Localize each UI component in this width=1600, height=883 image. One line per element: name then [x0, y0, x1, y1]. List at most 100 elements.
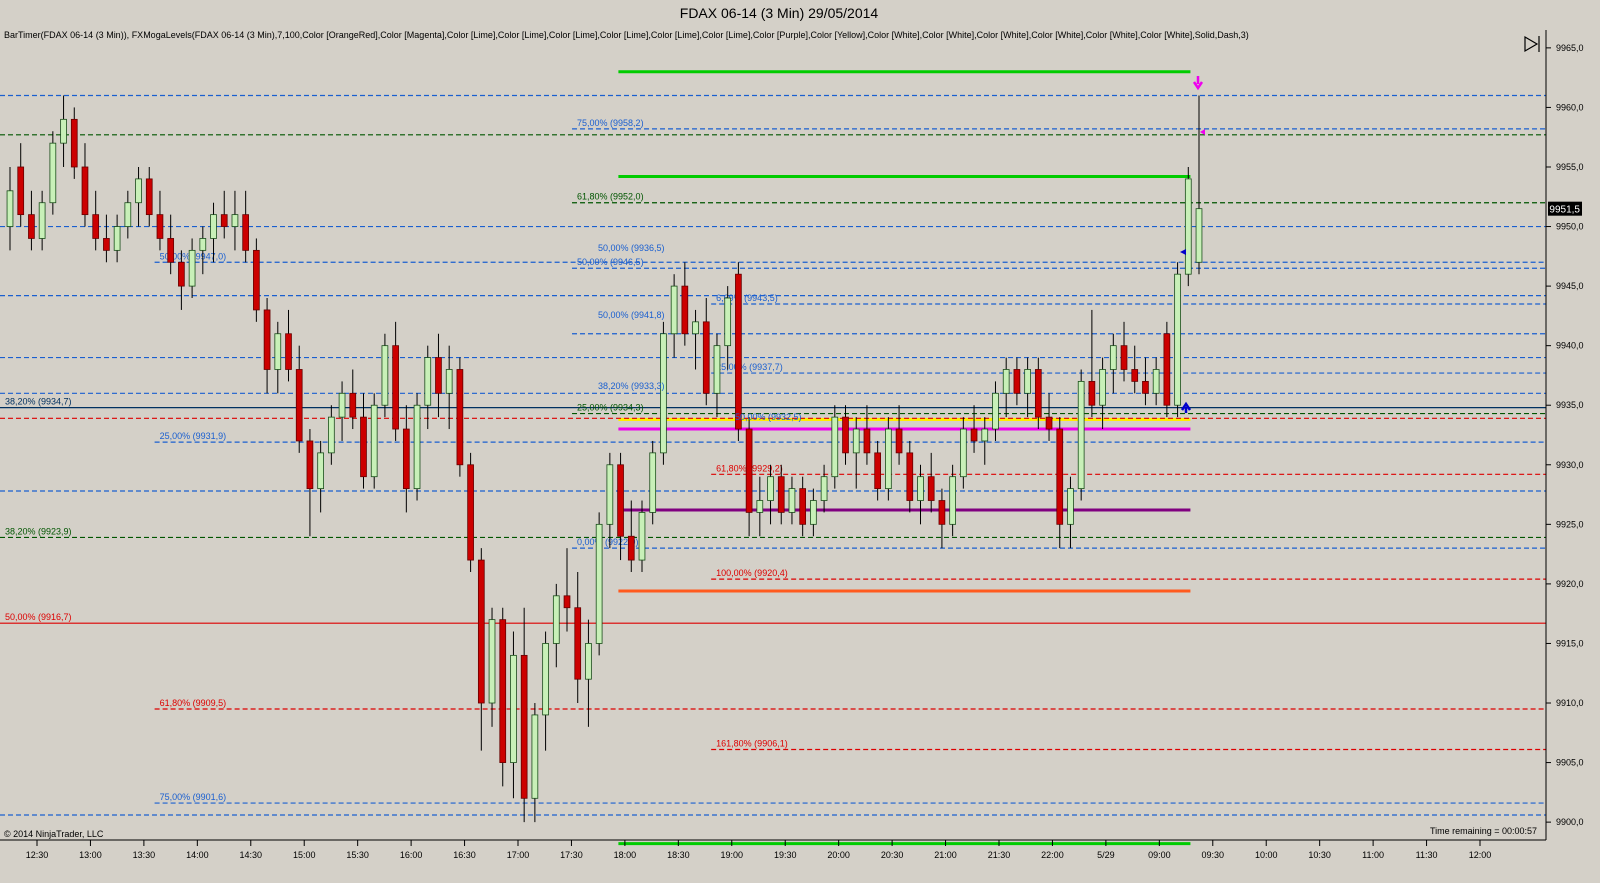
candle-body: [595, 523, 603, 644]
candle-body: [681, 285, 689, 335]
candle-body: [28, 214, 35, 239]
candle-body: [295, 369, 303, 442]
time-tick-label: 11:30: [1416, 850, 1438, 860]
candle-body: [1184, 178, 1192, 275]
price-tick-label: 9915,0: [1556, 638, 1584, 648]
candle-body: [649, 452, 657, 513]
candle-body: [627, 535, 635, 561]
candle-body: [777, 476, 785, 513]
candle-body: [1152, 369, 1160, 394]
candle-body: [660, 333, 667, 454]
time-tick-label: 14:00: [186, 850, 209, 860]
candle: [1077, 369, 1085, 501]
candle-body: [1174, 273, 1181, 406]
price-tick-label: 9935,0: [1556, 400, 1584, 410]
window-title: FDAX 06-14 (3 Min) 29/05/2014: [680, 5, 879, 21]
candle-body: [724, 297, 732, 347]
candle-body: [992, 392, 999, 430]
candle-body: [1013, 369, 1021, 394]
candle-body: [863, 428, 871, 454]
candle-body: [1088, 380, 1096, 406]
level-label: 38,20% (9934,7): [5, 397, 72, 407]
candle-body: [531, 714, 539, 799]
last-price-tag: 9951,5: [1548, 201, 1582, 216]
price-tick-label: 9925,0: [1556, 519, 1584, 529]
candle-body: [6, 190, 14, 227]
last-price-value: 9951,5: [1549, 205, 1580, 216]
time-tick-label: 14:30: [240, 850, 263, 860]
time-tick-label: 19:30: [774, 850, 797, 860]
candle: [49, 131, 57, 215]
candle-body: [927, 476, 935, 501]
time-tick-label: 15:30: [346, 850, 369, 860]
marker-label: 50,00% (9941,8): [598, 310, 665, 320]
candle-body: [199, 238, 207, 251]
candle-body: [1045, 416, 1053, 430]
candle-body: [445, 369, 453, 394]
level-label: 25,00% (9931,9): [160, 431, 227, 441]
price-tick-label: 9940,0: [1556, 341, 1584, 351]
candle-body: [49, 142, 57, 204]
candle-body: [435, 357, 442, 394]
candle-body: [906, 452, 914, 501]
candle-body: [349, 392, 357, 418]
candle-body: [220, 214, 228, 227]
candle-body: [842, 416, 849, 454]
candle-body: [317, 452, 324, 490]
candle-body: [103, 238, 110, 251]
candle-body: [402, 428, 410, 490]
candle-body: [285, 333, 292, 370]
marker-label: 50,00% (9932,5): [735, 412, 802, 422]
marker-label: 50,00% (9936,5): [598, 243, 665, 253]
candle-body: [113, 226, 121, 251]
candle: [253, 238, 260, 322]
level-label: 50,00% (9946,5): [577, 257, 644, 267]
price-tick-label: 9965,0: [1556, 43, 1584, 53]
candle-body: [874, 452, 881, 490]
candle-body: [702, 321, 710, 394]
candle: [649, 440, 657, 525]
candle-body: [510, 654, 517, 763]
candle-body: [1099, 369, 1106, 406]
time-tick-label: 20:00: [827, 850, 850, 860]
candle-body: [17, 166, 25, 216]
candle-body: [638, 512, 646, 561]
candle-body: [1024, 369, 1031, 394]
candle-body: [1109, 345, 1117, 370]
candle-body: [360, 416, 367, 478]
candle-body: [253, 249, 260, 311]
time-tick-label: 22:00: [1041, 850, 1064, 860]
candle-body: [156, 214, 164, 239]
candle-body: [1142, 380, 1149, 394]
candle-body: [188, 249, 196, 287]
chart-canvas[interactable]: FDAX 06-14 (3 Min) 29/05/2014 BarTimer(F…: [0, 0, 1600, 883]
candle-body: [917, 476, 924, 501]
candle-body: [1077, 380, 1085, 490]
candle-body: [306, 440, 314, 490]
price-tick-label: 9900,0: [1556, 817, 1584, 827]
candle-body: [1067, 488, 1074, 525]
time-tick-label: 19:00: [721, 850, 744, 860]
candle-body: [81, 166, 89, 216]
candle: [381, 333, 389, 418]
candle-body: [574, 607, 582, 680]
candle-body: [456, 369, 464, 466]
candle-body: [70, 118, 78, 168]
candle: [1163, 321, 1171, 418]
time-tick-label: 13:00: [79, 850, 102, 860]
price-tick-label: 9960,0: [1556, 102, 1584, 112]
copyright-text: © 2014 NinjaTrader, LLC: [4, 829, 104, 839]
price-tick-label: 9930,0: [1556, 460, 1584, 470]
level-label: 161,80% (9906,1): [716, 738, 788, 748]
candle: [456, 357, 464, 477]
candle-body: [970, 428, 978, 442]
candle: [1184, 166, 1192, 287]
candle-body: [392, 345, 399, 430]
candle: [595, 512, 603, 656]
candle-body: [167, 238, 175, 263]
candle-body: [852, 428, 860, 454]
candle: [467, 452, 474, 572]
candle-body: [981, 428, 989, 442]
time-tick-label: 20:30: [881, 850, 904, 860]
candle-body: [124, 202, 132, 227]
